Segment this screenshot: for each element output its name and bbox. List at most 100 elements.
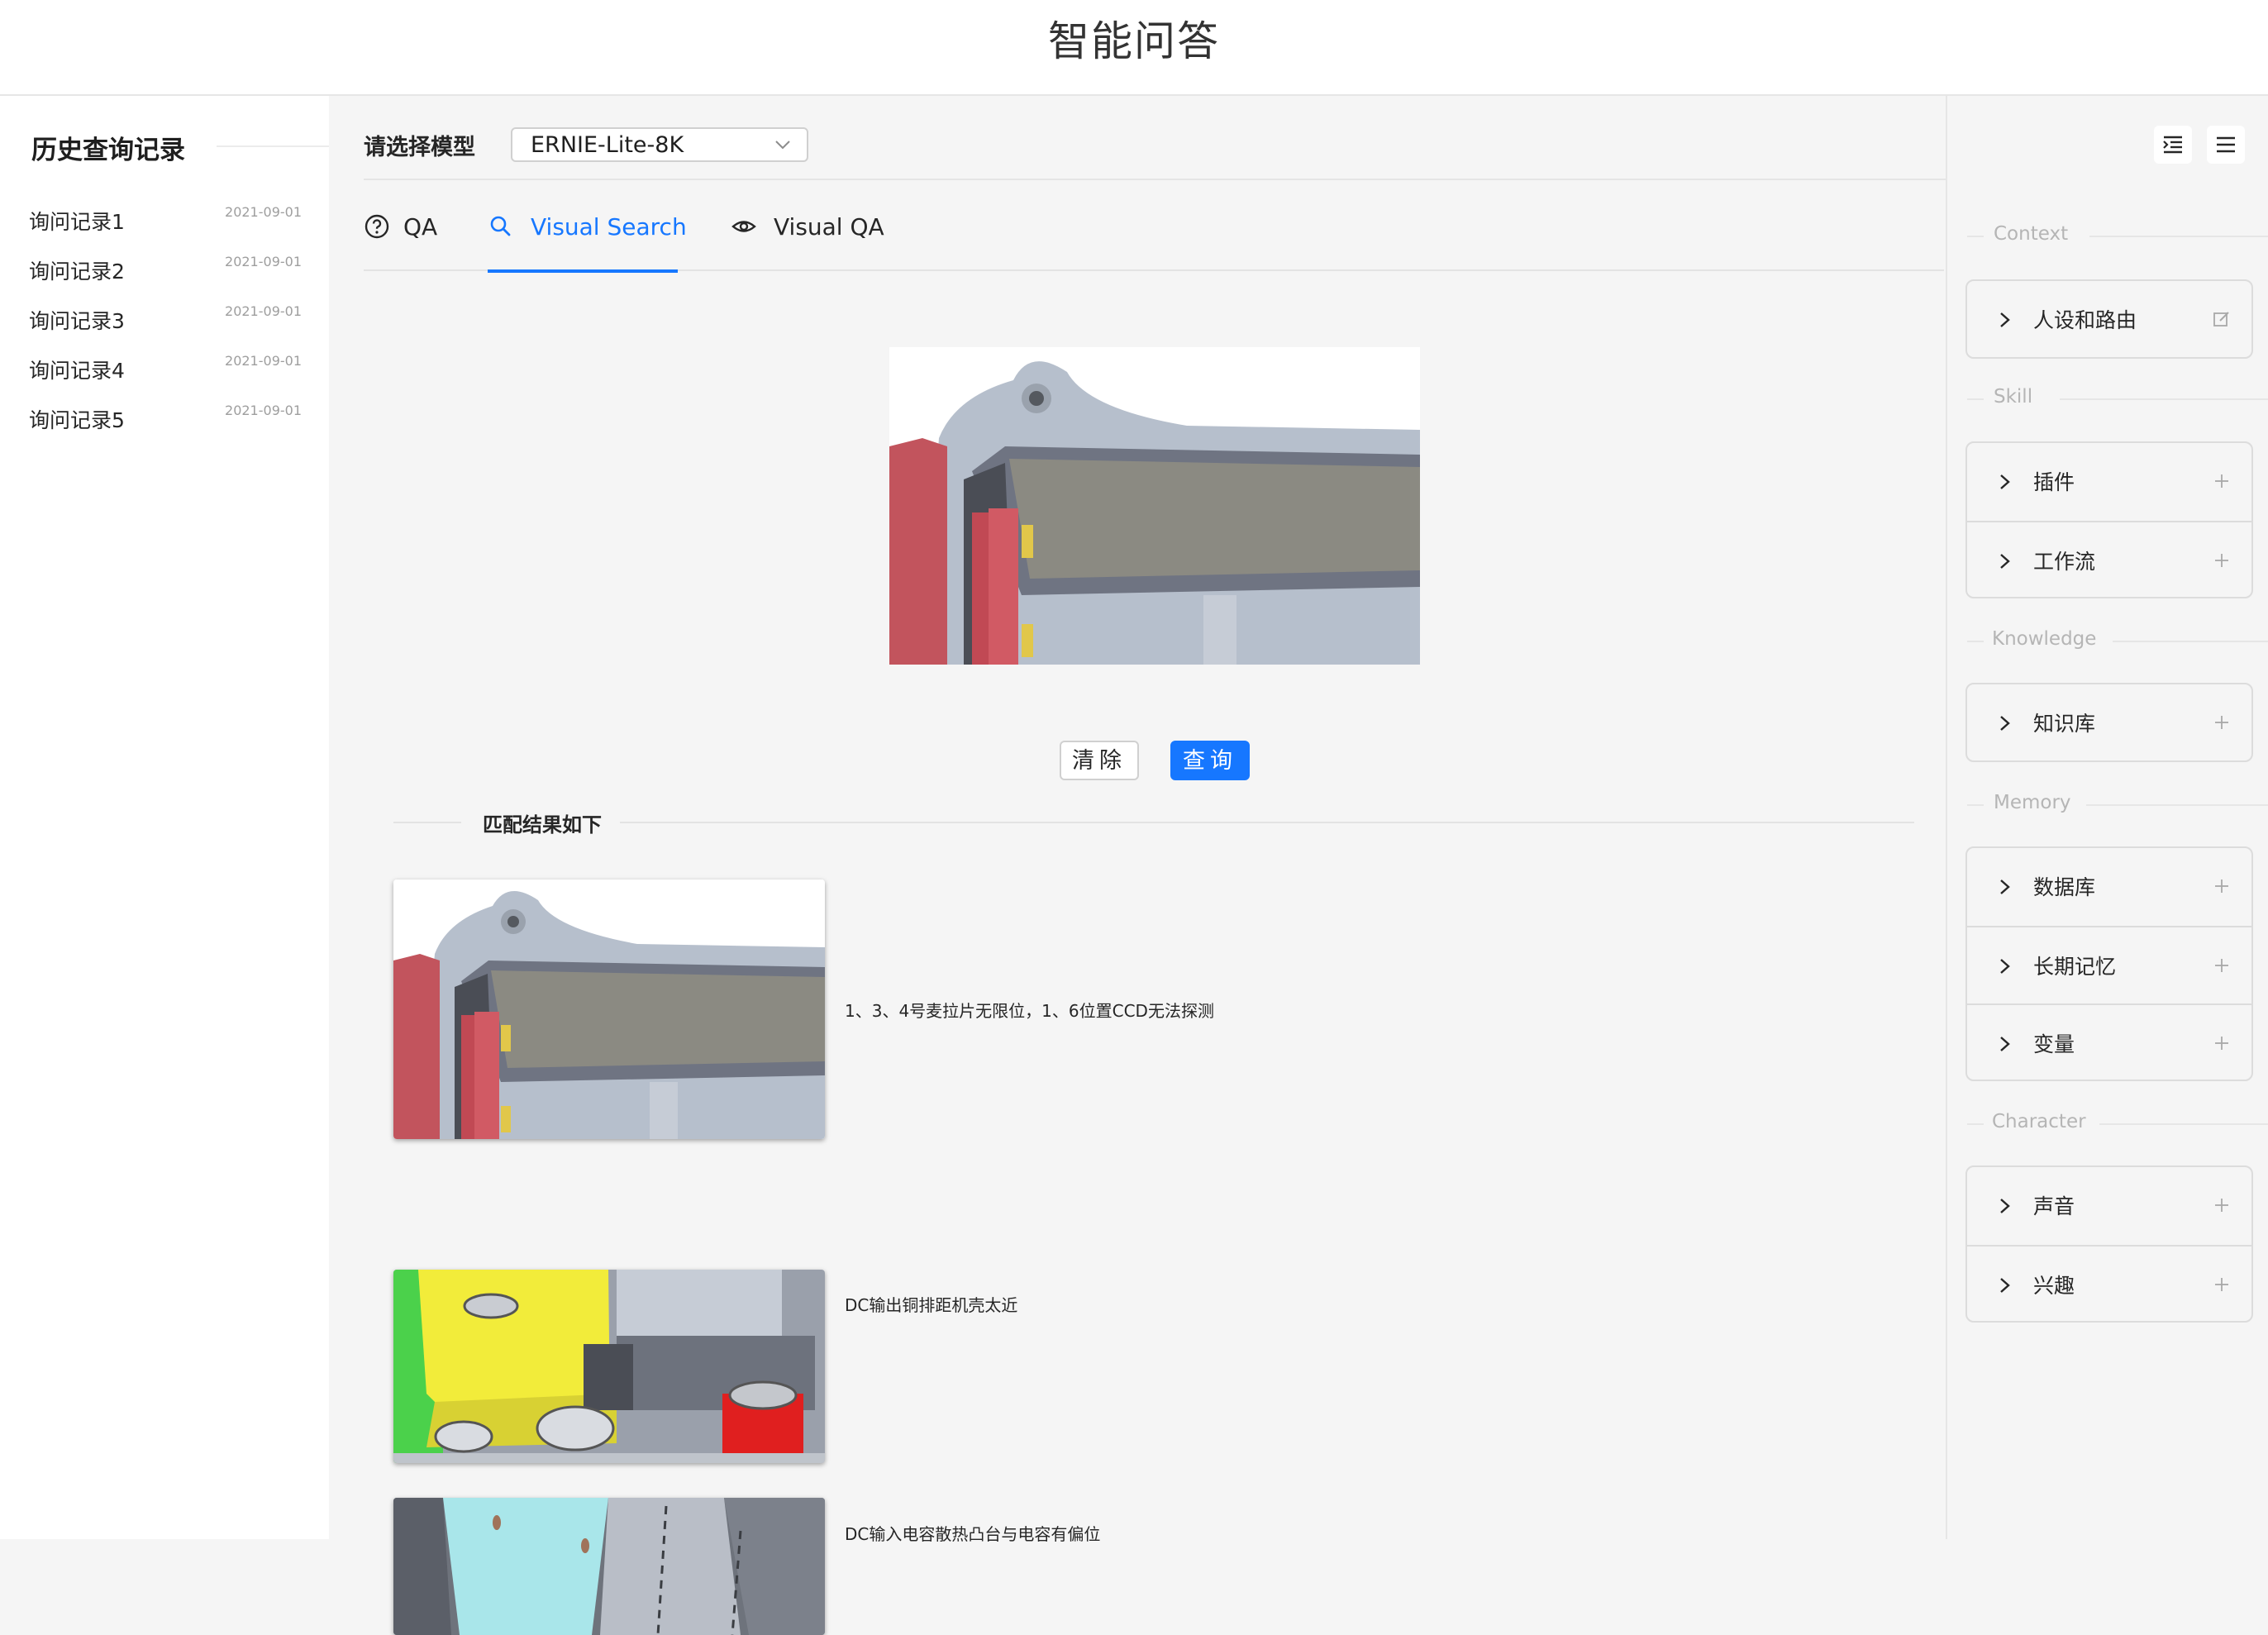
model-select-label: 请选择模型 — [364, 135, 475, 160]
active-tab-indicator — [488, 269, 678, 273]
config-row-database[interactable]: 数据库 — [1967, 848, 2251, 926]
result-text: DC输出铜排距机壳太近 — [845, 1295, 1018, 1315]
config-row-knowledge-base[interactable]: 知识库 — [1967, 684, 2251, 762]
section-title-context: Context — [1994, 223, 2069, 245]
plus-icon[interactable] — [2212, 956, 2232, 975]
top-bar: 智能问答 — [0, 0, 2268, 96]
chevron-right-icon — [2000, 1199, 2010, 1213]
history-item-label: 询问记录2 — [29, 260, 125, 284]
clear-button[interactable]: 清除 — [1060, 741, 1139, 780]
history-item-date: 2021-09-01 — [225, 254, 302, 269]
tab-visual-search[interactable]: Visual Search — [488, 197, 687, 273]
model-select[interactable]: ERNIE-Lite-8K — [511, 127, 808, 162]
plus-icon[interactable] — [2212, 876, 2232, 896]
result-thumbnail[interactable] — [393, 879, 825, 1139]
skill-card: 插件 工作流 — [1965, 441, 2253, 598]
section-divider — [2099, 1123, 2268, 1125]
chevron-right-icon — [2000, 554, 2010, 569]
section-divider — [1967, 804, 1984, 806]
history-item[interactable]: 询问记录5 2021-09-01 — [29, 399, 302, 441]
result-text: 1、3、4号麦拉片无限位，1、6位置CCD无法探测 — [845, 1001, 1214, 1021]
chevron-down-icon — [775, 141, 790, 150]
history-item-label: 询问记录1 — [29, 210, 125, 234]
result-image — [393, 1270, 825, 1463]
mode-tabs: QA Visual Search Visual QA — [364, 197, 1944, 273]
tab-label: Visual Search — [531, 213, 687, 241]
chevron-right-icon — [2000, 879, 2010, 894]
menu-icon — [2217, 136, 2235, 153]
result-thumbnail[interactable] — [393, 1270, 825, 1463]
header-divider — [364, 179, 1946, 180]
section-divider — [1967, 236, 1984, 237]
result-thumbnail[interactable] — [393, 1498, 825, 1635]
plus-icon[interactable] — [2212, 471, 2232, 491]
section-title-knowledge: Knowledge — [1992, 628, 2097, 650]
character-card: 声音 兴趣 — [1965, 1165, 2253, 1323]
config-row-label: 长期记忆 — [2033, 955, 2117, 979]
section-divider — [2113, 641, 2268, 642]
plus-icon[interactable] — [2212, 551, 2232, 570]
memory-card: 数据库 长期记忆 变量 — [1965, 846, 2253, 1081]
menu-button[interactable] — [2207, 126, 2245, 164]
search-icon — [490, 216, 511, 236]
section-title-memory: Memory — [1994, 792, 2071, 813]
result-image — [393, 1498, 825, 1635]
config-row-label: 知识库 — [2033, 712, 2096, 736]
section-divider — [2060, 398, 2268, 400]
query-button[interactable]: 查询 — [1170, 741, 1250, 780]
indent-icon — [2163, 136, 2182, 154]
config-row-plugins[interactable]: 插件 — [1967, 443, 2251, 521]
history-item[interactable]: 询问记录4 2021-09-01 — [29, 350, 302, 391]
history-item-date: 2021-09-01 — [225, 204, 302, 220]
config-row-label: 兴趣 — [2033, 1274, 2075, 1298]
plus-icon[interactable] — [2212, 1195, 2232, 1215]
results-divider-left — [393, 822, 461, 823]
config-row-variables[interactable]: 变量 — [1967, 1003, 2251, 1081]
section-title-skill: Skill — [1994, 386, 2033, 408]
chevron-right-icon — [2000, 959, 2010, 974]
knowledge-card: 知识库 — [1965, 683, 2253, 762]
config-row-interests[interactable]: 兴趣 — [1967, 1245, 2251, 1323]
history-item-date: 2021-09-01 — [225, 303, 302, 319]
question-circle-icon — [364, 214, 389, 239]
section-title-character: Character — [1992, 1111, 2086, 1132]
history-item[interactable]: 询问记录1 2021-09-01 — [29, 201, 302, 242]
config-row-label: 声音 — [2033, 1194, 2075, 1218]
config-row-voice[interactable]: 声音 — [1967, 1167, 2251, 1245]
section-divider — [1967, 641, 1984, 642]
indent-toggle-button[interactable] — [2154, 126, 2192, 164]
results-heading: 匹配结果如下 — [483, 813, 602, 837]
section-divider — [1967, 1123, 1984, 1125]
config-row-label: 数据库 — [2033, 875, 2096, 899]
main-content: 请选择模型 ERNIE-Lite-8K QA Visual Search Vis… — [329, 96, 1946, 1635]
plus-icon[interactable] — [2212, 1033, 2232, 1053]
tab-qa[interactable]: QA — [364, 197, 443, 271]
chevron-right-icon — [2000, 716, 2010, 731]
history-item-label: 询问记录5 — [29, 408, 125, 432]
query-image — [889, 347, 1420, 665]
sidebar-title: 历史查询记录 — [31, 136, 185, 165]
config-row-label: 人设和路由 — [2033, 308, 2137, 332]
tab-visual-qa[interactable]: Visual QA — [731, 197, 888, 271]
result-text: DC输入电容散热凸台与电容有偏位 — [845, 1524, 1101, 1544]
history-item[interactable]: 询问记录2 2021-09-01 — [29, 250, 302, 292]
config-row-long-term-memory[interactable]: 长期记忆 — [1967, 926, 2251, 1003]
cad-part-image — [889, 347, 1420, 665]
config-row-workflow[interactable]: 工作流 — [1967, 521, 2251, 598]
result-image — [393, 879, 825, 1139]
section-divider — [1967, 398, 1984, 400]
config-row-label: 变量 — [2033, 1032, 2075, 1056]
edit-icon[interactable] — [2212, 309, 2232, 329]
plus-icon[interactable] — [2212, 713, 2232, 732]
eye-icon — [731, 221, 756, 232]
history-item-date: 2021-09-01 — [225, 353, 302, 369]
config-row-label: 插件 — [2033, 470, 2075, 494]
history-item-label: 询问记录3 — [29, 309, 125, 333]
config-panel: Context 人设和路由 Skill 插件 工作流 Knowledge 知识库 — [1946, 96, 2268, 1539]
chevron-right-icon — [2000, 474, 2010, 489]
config-row-persona[interactable]: 人设和路由 — [1967, 281, 2251, 359]
sidebar-title-divider — [217, 145, 329, 147]
config-row-label: 工作流 — [2033, 550, 2096, 574]
plus-icon[interactable] — [2212, 1275, 2232, 1294]
history-item[interactable]: 询问记录3 2021-09-01 — [29, 300, 302, 341]
